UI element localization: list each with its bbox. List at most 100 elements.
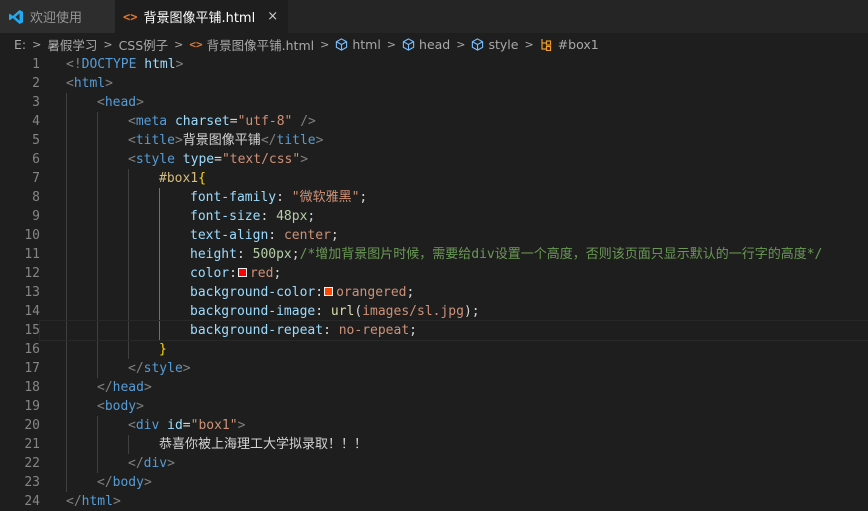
code-token: > — [105, 76, 113, 91]
tab-welcome[interactable]: 欢迎使用 — [0, 0, 115, 33]
code-token: div — [135, 418, 160, 433]
line-number: 13 — [24, 285, 40, 300]
code-token: </ — [128, 456, 144, 471]
line-number: 18 — [24, 380, 40, 395]
chevron-right-icon: > — [174, 37, 184, 51]
code-token: meta — [135, 114, 168, 129]
tab-active-file[interactable]: <> 背景图像平铺.html × — [115, 0, 289, 33]
code-token: #box1 — [159, 171, 199, 186]
code-token: DOCTYPE — [81, 57, 137, 72]
code-token: /> — [300, 114, 316, 129]
code-line[interactable]: 4 <meta charset="utf-8" /> — [0, 112, 868, 131]
code-token: > — [315, 133, 324, 148]
code-editor[interactable]: 1 <!DOCTYPE html> 2 <html> 3 <head> 4 <meta cha… — [0, 55, 868, 511]
code-token: { — [198, 171, 206, 186]
code-token: : — [229, 266, 237, 281]
close-icon[interactable]: × — [267, 9, 278, 24]
code-line[interactable]: 21 恭喜你被上海理工大学拟录取！！！ — [0, 435, 868, 454]
line-number: 8 — [32, 190, 40, 205]
code-line[interactable]: 19 <body> — [0, 397, 868, 416]
code-token: } — [159, 342, 167, 357]
code-content: background-repeat: no-repeat; — [39, 320, 868, 341]
line-number: 6 — [32, 152, 40, 167]
code-line[interactable]: 17 </style> — [0, 359, 868, 378]
breadcrumb: E: > 暑假学习 > CSS例子 > <> 背景图像平铺.html > htm… — [0, 33, 868, 55]
code-token: > — [143, 475, 152, 490]
code-token: background-image — [190, 304, 316, 319]
breadcrumb-file[interactable]: 背景图像平铺.html — [207, 35, 314, 54]
code-content: <!DOCTYPE html> — [40, 55, 868, 74]
code-content: <title>背景图像平铺</title> — [40, 131, 868, 150]
code-line[interactable]: 7 #box1{ — [0, 169, 868, 188]
breadcrumb-folder-summer[interactable]: 暑假学习 — [47, 35, 97, 54]
code-token: < — [128, 152, 136, 167]
code-token: = — [214, 152, 222, 167]
breadcrumb-drive[interactable]: E: — [14, 37, 26, 52]
code-token: ; — [330, 228, 339, 243]
code-token: charset — [174, 114, 230, 129]
code-line[interactable]: 1 <!DOCTYPE html> — [0, 55, 868, 74]
code-token: > — [143, 380, 152, 395]
code-line[interactable]: 5 <title>背景图像平铺</title> — [0, 131, 868, 150]
line-number: 1 — [32, 57, 40, 72]
code-line[interactable]: 15 background-repeat: no-repeat; — [0, 320, 868, 341]
code-line[interactable]: 14 background-image: url(images/sl.jpg); — [0, 302, 868, 321]
code-line[interactable]: 23 </body> — [0, 473, 868, 492]
color-swatch[interactable] — [237, 268, 247, 277]
breadcrumb-html[interactable]: html — [352, 37, 380, 52]
code-line[interactable]: 22 </div> — [0, 454, 868, 473]
line-number: 19 — [24, 399, 40, 414]
code-line[interactable]: 9 font-size: 48px; — [0, 207, 868, 226]
code-token: : — [276, 190, 292, 205]
line-number: 9 — [32, 209, 40, 224]
code-token: > — [112, 494, 121, 509]
line-number: 22 — [24, 456, 40, 471]
line-number: 7 — [32, 171, 40, 186]
code-content: font-family: "微软雅黑"; — [40, 188, 868, 207]
code-token: color — [190, 266, 230, 281]
code-token: 48px — [276, 209, 308, 224]
line-number: 12 — [24, 266, 40, 281]
code-token: body — [112, 475, 144, 490]
breadcrumb-style[interactable]: style — [488, 37, 518, 52]
code-line[interactable]: 3 <head> — [0, 93, 868, 112]
chevron-right-icon: > — [524, 37, 534, 51]
code-content: } — [40, 340, 868, 359]
code-line[interactable]: 10 text-align: center; — [0, 226, 868, 245]
code-line[interactable]: 13 background-color: orangered; — [0, 283, 868, 302]
code-line[interactable]: 2 <html> — [0, 74, 868, 93]
breadcrumb-selector[interactable]: #box1 — [558, 37, 599, 52]
code-token: background-color — [190, 285, 316, 300]
code-token: ); — [463, 304, 480, 319]
breadcrumb-head[interactable]: head — [419, 37, 450, 52]
code-line[interactable]: 18 </head> — [0, 378, 868, 397]
code-line[interactable]: 12 color: red; — [0, 264, 868, 283]
code-token: font-size — [190, 209, 261, 224]
code-content: <body> — [40, 397, 868, 416]
code-token: > — [182, 361, 191, 376]
code-line[interactable]: 11 height: 500px;/*增加背景图片时候，需要给div设置一个高度，… — [0, 245, 868, 264]
code-token: html — [81, 494, 113, 509]
code-line[interactable]: 8 font-family: "微软雅黑"; — [0, 188, 868, 207]
code-content: <style type="text/css"> — [40, 150, 868, 169]
code-line[interactable]: 24 </html> — [0, 492, 868, 511]
code-token: div — [143, 456, 168, 471]
cube-icon — [402, 37, 415, 51]
line-number: 20 — [24, 418, 40, 433]
code-line[interactable]: 16} — [0, 340, 868, 359]
chevron-right-icon: > — [103, 37, 113, 51]
code-line[interactable]: 6 <style type="text/css"> — [0, 150, 868, 169]
code-token: body — [104, 399, 137, 414]
breadcrumb-folder-css[interactable]: CSS例子 — [119, 35, 169, 54]
code-content: </div> — [40, 454, 868, 473]
code-content: background-color: orangered; — [40, 283, 868, 302]
code-token: type — [182, 152, 215, 167]
code-content: </head> — [40, 378, 868, 397]
code-line[interactable]: 20 <div id="box1"> — [0, 416, 868, 435]
code-token: < — [128, 418, 136, 433]
code-content: 恭喜你被上海理工大学拟录取！！！ — [40, 435, 868, 454]
code-token: ; — [359, 190, 368, 205]
color-swatch[interactable] — [324, 287, 334, 296]
